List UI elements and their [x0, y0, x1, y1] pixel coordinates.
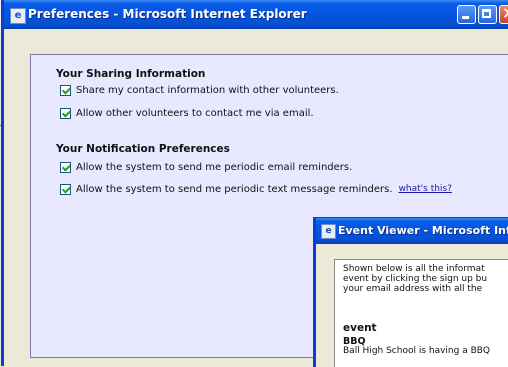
- allow-contact-label: Allow other volunteers to contact me via…: [76, 107, 314, 119]
- event-description: Ball High School is having a BBQ: [343, 346, 491, 356]
- share-contact-checkbox[interactable]: [60, 84, 71, 96]
- email-reminders-checkbox[interactable]: [60, 161, 71, 173]
- event-viewer-content: Shown below is all the informat event by…: [316, 244, 508, 367]
- sharing-heading: Your Sharing Information: [56, 68, 206, 80]
- intro-line: your email address with all the: [343, 284, 483, 294]
- event-viewer-titlebar[interactable]: e Event Viewer - Microsoft Inter: [316, 218, 508, 244]
- text-reminders-checkbox[interactable]: [60, 183, 71, 195]
- event-viewer-panel: Shown below is all the informat event by…: [334, 259, 508, 367]
- intro-line: event by clicking the sign up bu: [343, 274, 488, 284]
- allow-contact-checkbox[interactable]: [60, 107, 71, 119]
- event-intro-text: Shown below is all the informat event by…: [343, 264, 508, 294]
- event-viewer-window-title: Event Viewer - Microsoft Inter: [338, 224, 508, 237]
- event-label: event: [343, 322, 377, 334]
- whats-this-link[interactable]: what's this?: [399, 184, 452, 194]
- preferences-window-title: Preferences - Microsoft Internet Explore…: [28, 7, 307, 21]
- notifications-heading: Your Notification Preferences: [56, 143, 230, 155]
- maximize-button[interactable]: [478, 5, 497, 24]
- email-reminders-label: Allow the system to send me periodic ema…: [76, 161, 353, 173]
- ie-window-icon: e: [10, 8, 26, 24]
- minimize-button[interactable]: [457, 5, 476, 24]
- ie-window-icon: e: [321, 224, 336, 239]
- intro-line: Shown below is all the informat: [343, 264, 485, 274]
- email-reminders-option[interactable]: Allow the system to send me periodic ema…: [60, 160, 352, 174]
- event-viewer-window: e Event Viewer - Microsoft Inter Shown b…: [313, 217, 508, 367]
- allow-contact-option[interactable]: Allow other volunteers to contact me via…: [60, 106, 314, 120]
- preferences-titlebar[interactable]: e Preferences - Microsoft Internet Explo…: [4, 0, 508, 29]
- text-reminders-label: Allow the system to send me periodic tex…: [76, 183, 393, 195]
- share-contact-option[interactable]: Share my contact information with other …: [60, 83, 339, 97]
- close-button[interactable]: [499, 3, 508, 24]
- share-contact-label: Share my contact information with other …: [76, 84, 339, 96]
- text-reminders-option[interactable]: Allow the system to send me periodic tex…: [60, 182, 452, 196]
